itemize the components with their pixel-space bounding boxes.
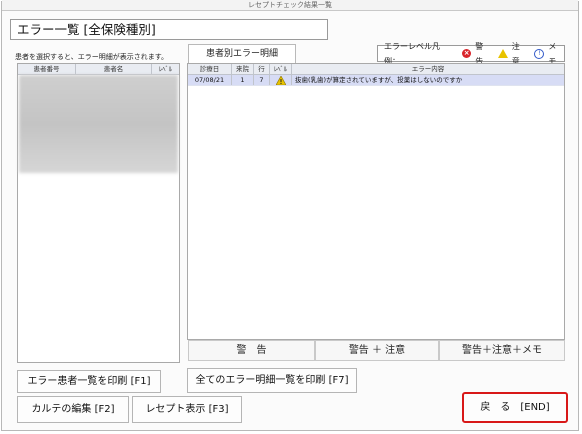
patient-list-header: 患者番号 患者名 ﾚﾍﾞﾙ: [18, 64, 179, 75]
col-patient-name[interactable]: 患者名: [76, 64, 152, 74]
print-all-error-details-button[interactable]: 全てのエラー明細一覧を印刷 [F7]: [187, 368, 357, 393]
memo-icon: !: [534, 48, 545, 59]
edit-chart-button[interactable]: カルテの編集 [F2]: [17, 396, 129, 423]
table-row[interactable]: 07/08/21 1 7 抜歯(乳歯)が算定されていますが、投薬はしないのですか: [188, 75, 564, 86]
error-grid-header: 診療日 来院 行 ﾚﾍﾞﾙ エラー内容: [188, 64, 564, 75]
selection-hint: 患者を選択すると、エラー明細が表示されます。: [15, 53, 169, 61]
filter-warning-caution[interactable]: 警告 ＋ 注意: [315, 340, 439, 361]
cell-visit: 1: [232, 75, 254, 85]
col-error-content[interactable]: エラー内容: [292, 64, 564, 74]
warning-icon: [497, 49, 508, 58]
filter-warning[interactable]: 警 告: [188, 340, 315, 361]
warning-icon: [270, 75, 292, 85]
cell-error-message: 抜歯(乳歯)が算定されていますが、投薬はしないのですか: [295, 76, 463, 84]
redacted-patient-rows: [19, 75, 178, 173]
tab-patient-error-details[interactable]: 患者別エラー明細: [188, 44, 296, 63]
col-patient-number[interactable]: 患者番号: [18, 64, 76, 74]
error-detail-grid[interactable]: 診療日 来院 行 ﾚﾍﾞﾙ エラー内容 07/08/21 1 7 抜歯(乳歯)が…: [187, 63, 565, 340]
filter-warning-caution-memo[interactable]: 警告＋注意＋メモ: [439, 340, 565, 361]
cell-line: 7: [254, 75, 270, 85]
col-date[interactable]: 診療日: [188, 64, 232, 74]
window-title: レセプトチェック結果一覧: [2, 0, 578, 11]
col-level[interactable]: ﾚﾍﾞﾙ: [270, 64, 292, 74]
page-title: エラー一覧 [全保険種別]: [10, 19, 328, 40]
show-receipt-button[interactable]: レセプト表示 [F3]: [132, 396, 242, 423]
print-error-patients-button[interactable]: エラー患者一覧を印刷 [F1]: [17, 370, 161, 393]
error-level-legend: エラーレベル凡例： × 警告 注意 ! メモ: [377, 42, 565, 66]
back-button[interactable]: 戻 る [END]: [462, 392, 568, 423]
error-icon: ×: [462, 49, 472, 58]
col-line[interactable]: 行: [254, 64, 270, 74]
col-visit[interactable]: 来院: [232, 64, 254, 74]
cell-date: 07/08/21: [188, 75, 232, 85]
col-level[interactable]: ﾚﾍﾞﾙ: [152, 64, 179, 74]
patient-list[interactable]: 患者番号 患者名 ﾚﾍﾞﾙ: [17, 63, 180, 363]
